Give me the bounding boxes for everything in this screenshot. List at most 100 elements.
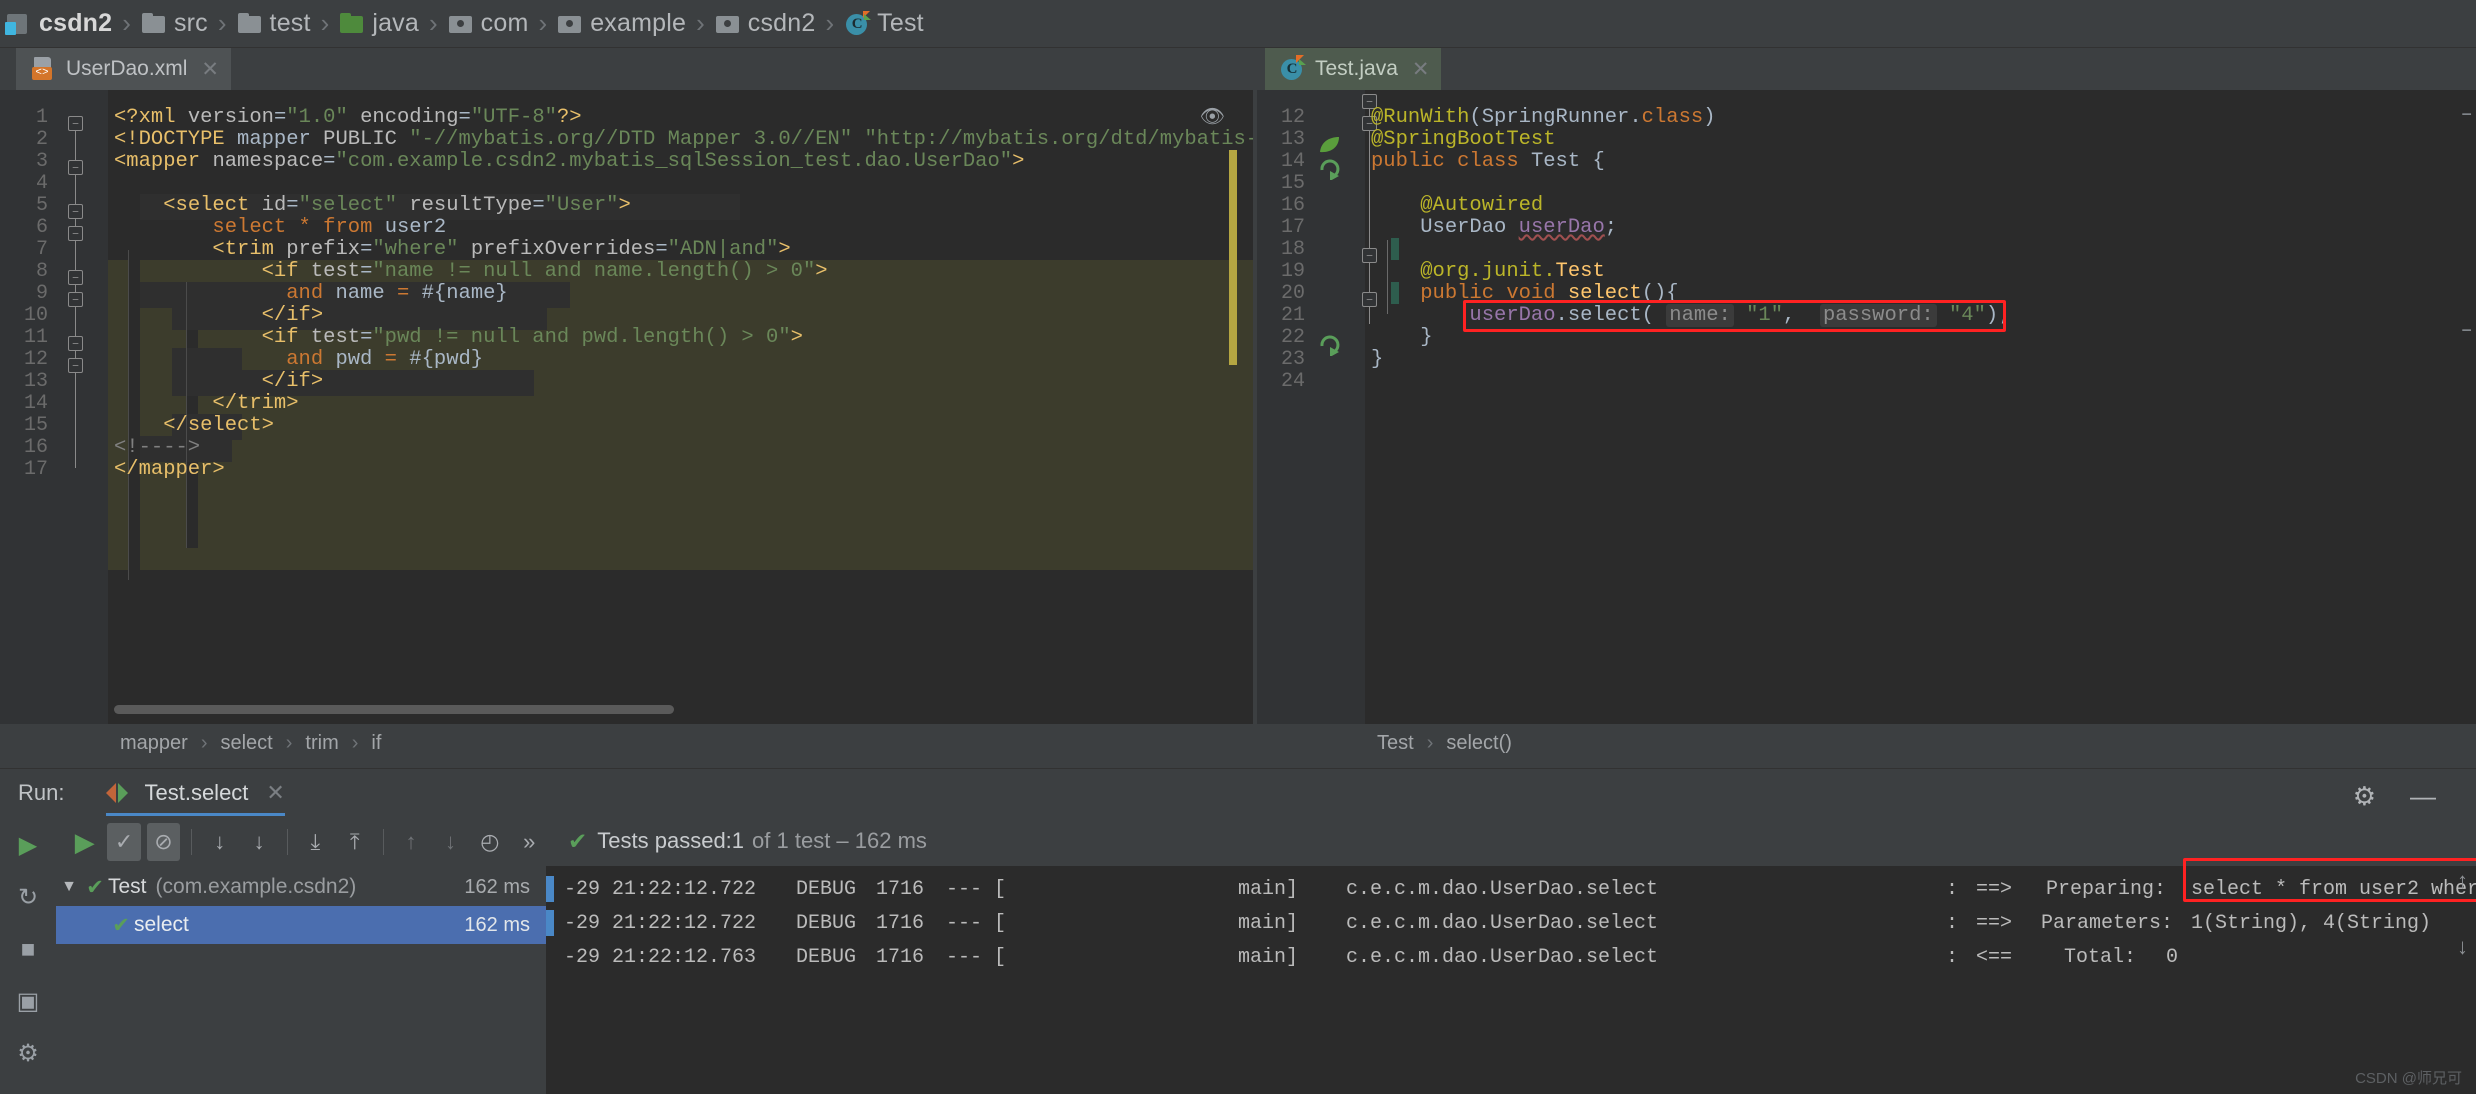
line-number: 20 [1280,282,1305,305]
code-line: @SpringBootTest [1371,128,1556,151]
breadcrumb-item-example[interactable]: example [557,0,686,48]
java-editor[interactable]: – – – – 12 13 14 15 16 17 18 19 20 21 22… [1257,90,2476,724]
editor-tab-test-java[interactable]: C Test.java ✕ [1265,48,1442,90]
breadcrumb-item-test[interactable]: test [237,0,311,48]
log-colon: : [1946,946,1959,969]
test-runner-toolbar: ▶ ✓ ⊘ ↓ ↓ ⤓ ⤒ ↑ ↓ ◴ » [56,816,546,868]
test-method-name: select [134,913,189,936]
log-pid: 1716 [876,912,925,935]
breadcrumb-class-test[interactable]: Test [1377,732,1414,755]
code-line: </if> [261,304,324,327]
breadcrumb-separator: › [122,8,131,38]
next-failed-button[interactable]: ↓ [434,823,467,861]
log-colon: : [1946,878,1959,901]
log-parameters: 1(String), 4(String) [2191,912,2432,935]
gear-icon[interactable]: ⚙ [2353,781,2376,812]
test-tree-row-class[interactable]: ▼ ✔ Test (com.example.csdn2) 162 ms [56,868,546,906]
breadcrumb-separator: › [200,731,208,754]
status-detail: of 1 test – 162 ms [752,828,927,853]
xml-editor[interactable]: – – – – – – – – 1 2 3 4 5 6 7 8 9 10 11 … [0,90,1253,724]
test-passed-icon: ✔ [86,875,104,899]
rerun-icon[interactable]: ▶ [12,830,44,862]
more-options-button[interactable]: » [513,823,546,861]
log-timestamp: -29 21:22:12.763 [564,946,757,969]
rerun-failed-icon[interactable]: ↻ [12,882,44,914]
breadcrumb-item-java[interactable]: java [339,0,419,48]
screenshot-icon[interactable]: ▣ [12,986,44,1018]
breadcrumb-select[interactable]: select [220,732,272,755]
preview-eye-icon[interactable]: 👁 [1200,104,1225,130]
line-number: 16 [23,436,48,459]
scroll-up-icon[interactable]: ↑ [2457,868,2468,894]
java-code-content[interactable]: 12 13 14 15 16 17 18 19 20 21 22 23 24 @… [1257,90,2476,724]
line-number: 17 [1280,216,1305,239]
test-class-name: Test [108,875,147,898]
log-dashes: --- [ [946,878,1007,901]
breadcrumb-mapper[interactable]: mapper [120,732,188,755]
toolbar-divider [191,829,193,855]
test-history-button[interactable]: ◴ [473,823,506,861]
settings-icon[interactable]: ⚙ [12,1038,44,1070]
run-tab-label: Test.select [144,779,249,805]
minimize-icon[interactable]: — [2410,781,2436,812]
expand-all-button[interactable]: ⤓ [299,823,332,861]
breadcrumb-label: java [372,9,419,37]
code-line: select * from user2 [212,216,447,239]
show-ignored-toggle[interactable]: ⊘ [146,823,181,861]
scroll-down-icon[interactable]: ↓ [2457,934,2468,960]
breadcrumb-trim[interactable]: trim [305,732,338,755]
run-configuration-tab[interactable]: Test.select ✕ [106,769,285,817]
test-tree-row-method[interactable]: ✔ select 162 ms [56,906,546,944]
xml-code-content[interactable]: 1 2 3 4 5 6 7 8 9 10 11 12 13 14 15 16 1… [0,90,1253,724]
code-line: <if test="pwd != null and pwd.length() >… [261,326,803,349]
folder-green-icon [339,11,365,37]
breadcrumb-item-com[interactable]: com [448,0,529,48]
scroll-up-marker: − [2461,106,2472,126]
java-structure-breadcrumb: Test › select() [1257,724,2476,762]
breadcrumb-item-module[interactable]: csdn2 [5,0,113,48]
line-number: 3 [35,150,48,173]
test-results-tree[interactable]: ▼ ✔ Test (com.example.csdn2) 162 ms ✔ se… [56,868,546,1094]
java-class-icon: C [1279,55,1306,82]
close-icon[interactable]: ✕ [266,780,284,806]
code-line: <!----> [114,436,201,459]
expand-caret-icon[interactable]: ▼ [56,878,82,896]
run-tool-window-header: Run: Test.select ✕ ⚙ — [0,768,2476,817]
collapse-all-button[interactable]: ⤒ [338,823,371,861]
folder-icon [141,11,167,37]
show-passed-toggle[interactable]: ✓ [107,823,141,861]
line-number: 19 [1280,260,1305,283]
code-line: @Autowired [1420,194,1544,217]
line-number: 16 [1280,194,1305,217]
breadcrumb-item-class[interactable]: C Test [844,0,924,48]
line-number: 12 [23,348,48,371]
breadcrumb-item-src[interactable]: src [141,0,208,48]
breadcrumb-separator: › [538,8,548,38]
editor-tab-userdao-xml[interactable]: <> UserDao.xml ✕ [16,48,231,90]
code-line: and pwd = #{pwd} [286,348,484,371]
horizontal-scrollbar[interactable] [114,705,674,714]
console-log-lines[interactable]: -29 21:22:12.722 DEBUG 1716 --- [ main] … [546,866,2476,1094]
line-number: 1 [35,106,48,129]
parameter-hint-name: name: [1666,304,1734,327]
breadcrumb-if[interactable]: if [371,732,381,755]
breadcrumb-method-select[interactable]: select() [1446,732,1512,755]
rerun-button[interactable]: ▶ [68,823,101,861]
previous-failed-button[interactable]: ↑ [394,823,427,861]
stop-icon[interactable]: ■ [12,934,44,966]
breadcrumb-label: csdn2 [39,9,113,37]
sort-by-duration-button[interactable]: ↓ [242,823,275,861]
close-icon[interactable]: ✕ [201,57,219,82]
test-passed-icon: ✔ [112,913,130,937]
sort-alphabetically-button[interactable]: ↓ [203,823,236,861]
run-label: Run: [18,779,65,805]
line-number: 13 [23,370,48,393]
close-icon[interactable]: ✕ [1412,57,1430,82]
code-line: userDao.select( name: "1", password: "4"… [1469,304,2011,327]
log-pid: 1716 [876,878,925,901]
editor-tab-label: Test.java [1315,57,1398,80]
navigation-breadcrumb-bar: csdn2 › src › test › java › com › exampl… [0,0,2476,48]
breadcrumb-item-csdn2[interactable]: csdn2 [715,0,816,48]
test-class-package: (com.example.csdn2) [155,875,357,898]
console-scroll-rail: ↑ ↓ [2438,816,2476,1094]
